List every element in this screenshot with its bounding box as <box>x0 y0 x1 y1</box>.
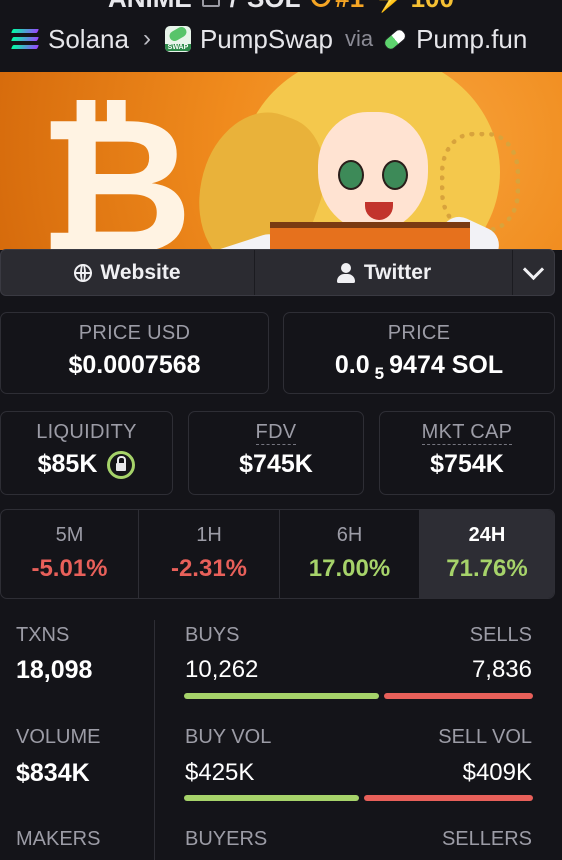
solana-icon <box>11 29 39 49</box>
token-banner-image: ₿ <box>0 72 562 250</box>
price-native-card: PRICE 0.0 5 9474 SOL <box>283 312 555 394</box>
pair-base: ANIME <box>108 0 192 14</box>
social-links-bar: Website Twitter <box>0 249 555 296</box>
mcap-value: $754K <box>430 450 504 478</box>
tab-5m[interactable]: 5M -5.01% <box>1 510 139 598</box>
tab-label: 6H <box>336 524 363 546</box>
breadcrumb: Solana › PumpSwap via Pump.fun <box>11 22 527 56</box>
market-cap-card: MKT CAP $754K <box>379 411 555 495</box>
website-label: Website <box>100 260 181 284</box>
sells-value: 7,836 <box>471 656 532 683</box>
liquidity-label: LIQUIDITY <box>36 421 137 443</box>
buys-ratio-bar <box>184 693 379 699</box>
sells-ratio-bar <box>384 693 533 699</box>
pair-quote: SOL <box>247 0 300 14</box>
globe-icon <box>74 263 93 282</box>
price-native-prefix: 0.0 <box>334 351 370 379</box>
sell-vol-ratio-bar <box>364 795 533 801</box>
liquidity-card: LIQUIDITY $85K <box>0 411 173 495</box>
tab-change: -5.01% <box>31 555 108 582</box>
timeframe-tabs: 5M -5.01% 1H -2.31% 6H 17.00% 24H 71.76% <box>0 509 555 599</box>
twitter-button[interactable]: Twitter <box>255 250 513 295</box>
tab-1h[interactable]: 1H -2.31% <box>139 510 280 598</box>
sell-vol-value: $409K <box>462 759 532 786</box>
price-usd-value: $0.0007568 <box>68 351 201 379</box>
tab-change: 17.00% <box>308 555 391 582</box>
buy-vol-value: $425K <box>185 759 255 786</box>
volume-value: $834K <box>16 759 90 787</box>
sells-label: SELLS <box>469 624 532 646</box>
price-usd-card: PRICE USD $0.0007568 <box>0 312 269 394</box>
liquidity-value-row: $85K <box>1 450 172 479</box>
mcap-label[interactable]: MKT CAP <box>421 421 513 445</box>
mcap-label-wrap: MKT CAP <box>380 421 554 445</box>
buy-vol-ratio-bar <box>184 795 359 801</box>
breadcrumb-dex[interactable]: PumpSwap <box>200 24 333 55</box>
pair-title: ANIME / SOL ⭘ #1 ⚡ 100 <box>108 0 454 14</box>
pair-separator: / <box>230 0 237 14</box>
fdv-value: $745K <box>239 450 313 478</box>
user-icon <box>336 262 356 283</box>
tab-label: 24H <box>468 524 506 546</box>
chevron-down-icon <box>522 258 545 281</box>
price-native-digits: 9474 SOL <box>389 351 504 379</box>
lock-icon[interactable] <box>107 450 136 479</box>
rank-badge[interactable]: ⭘ #1 <box>310 0 364 14</box>
rank-value: #1 <box>335 0 364 14</box>
buys-label: BUYS <box>185 624 240 646</box>
txns-label: TXNS <box>16 624 70 646</box>
fdv-label-wrap: FDV <box>189 421 363 445</box>
twitter-label: Twitter <box>363 260 432 284</box>
sell-vol-label: SELL VOL <box>438 726 532 748</box>
tab-6h[interactable]: 6H 17.00% <box>280 510 420 598</box>
sellers-label: SELLERS <box>441 828 532 850</box>
breadcrumb-via: via <box>344 26 374 51</box>
copy-icon[interactable] <box>201 0 220 7</box>
price-native-value: 0.0 5 9474 SOL <box>284 351 554 383</box>
trade-stats: TXNS 18,098 BUYS 10,262 SELLS 7,836 VOLU… <box>0 598 555 860</box>
buy-vol-label: BUY VOL <box>185 726 272 748</box>
txns-value: 18,098 <box>16 656 93 684</box>
tab-label: 1H <box>196 524 222 546</box>
stats-divider <box>154 620 155 860</box>
price-usd-label: PRICE USD <box>78 322 191 344</box>
fdv-label[interactable]: FDV <box>255 421 297 445</box>
tab-change: -2.31% <box>170 555 248 582</box>
bitcoin-icon: ₿ <box>38 76 193 251</box>
makers-label: MAKERS <box>16 828 101 850</box>
boost-badge[interactable]: ⚡ 100 <box>374 0 454 14</box>
tab-24h[interactable]: 24H 71.76% <box>420 510 554 598</box>
fdv-card: FDV $745K <box>188 411 364 495</box>
tab-change: 71.76% <box>446 555 528 582</box>
buyers-label: BUYERS <box>185 828 268 850</box>
more-links-button[interactable] <box>513 250 554 295</box>
liquidity-value: $85K <box>37 450 98 478</box>
header-bar: ANIME / SOL ⭘ #1 ⚡ 100 Solana › PumpSwap… <box>0 0 562 72</box>
breadcrumb-source[interactable]: Pump.fun <box>416 24 527 55</box>
boost-value: 100 <box>411 0 454 14</box>
price-native-zeros: 5 <box>374 364 385 383</box>
lightning-icon: ⚡ <box>374 0 406 14</box>
pumpswap-icon <box>164 26 191 52</box>
chevron-right-icon: › <box>142 25 151 52</box>
pumpfun-icon <box>381 26 409 52</box>
volume-label: VOLUME <box>16 726 101 748</box>
tab-label: 5M <box>55 524 84 546</box>
website-button[interactable]: Website <box>1 250 255 295</box>
trophy-icon: ⭘ <box>310 0 331 14</box>
buys-value: 10,262 <box>185 656 259 683</box>
breadcrumb-chain[interactable]: Solana <box>48 24 129 55</box>
price-native-label: PRICE <box>387 322 451 344</box>
